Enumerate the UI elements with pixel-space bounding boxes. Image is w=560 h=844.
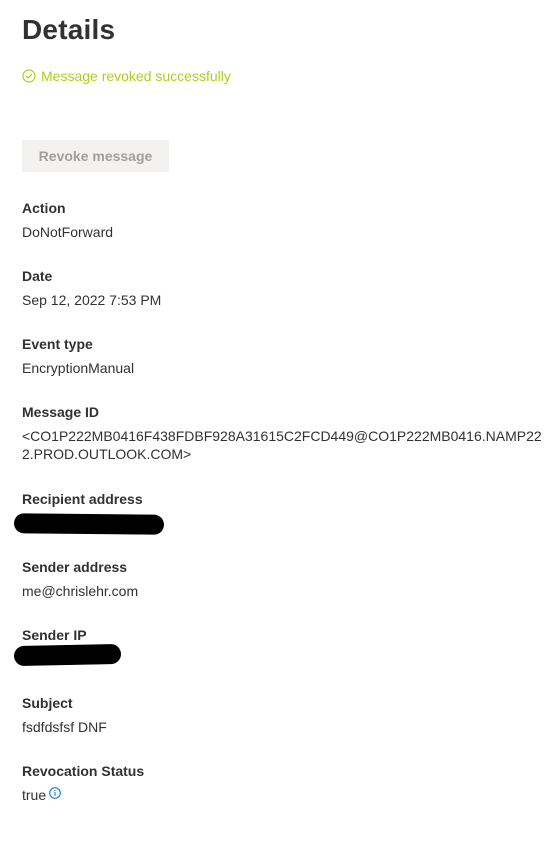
field-value: me@chrislehr.com [22,583,139,599]
field-recipient-address: Recipient address [22,490,552,508]
field-date: Date Sep 12, 2022 7:53 PM [22,267,552,309]
field-value: fsdfdsfsf DNF [22,719,107,735]
field-label: Recipient address [22,491,143,507]
field-event-type: Event type EncryptionManual [22,335,552,377]
field-label: Date [22,268,53,284]
field-value: Sep 12, 2022 7:53 PM [22,292,162,308]
field-revocation-status: Revocation Status true [22,762,552,804]
revoke-message-button[interactable]: Revoke message [22,140,169,172]
revocation-status-value: true [22,787,47,803]
field-label: Action [22,200,66,216]
field-label: Event type [22,336,93,352]
success-message: Message revoked successfully [22,68,231,84]
field-value: true [22,786,552,804]
field-value: <CO1P222MB0416F438FDBF928A31615C2FCD449@… [22,428,542,462]
field-label: Message ID [22,404,100,420]
page-title: Details [22,14,116,45]
check-circle-icon [22,69,36,83]
redaction-mark [13,643,122,667]
field-subject: Subject fsdfdsfsf DNF [22,694,552,736]
field-label: Sender IP [22,627,87,643]
success-text: Message revoked successfully [41,68,231,84]
field-action: Action DoNotForward [22,199,552,241]
redaction-mark [13,513,165,535]
field-message-id: Message ID <CO1P222MB0416F438FDBF928A316… [22,403,542,463]
field-value: DoNotForward [22,224,114,240]
field-sender-ip: Sender IP [22,626,552,644]
info-icon[interactable] [49,787,61,799]
field-label: Subject [22,695,73,711]
field-sender-address: Sender address me@chrislehr.com [22,558,552,600]
field-value: EncryptionManual [22,360,135,376]
field-label: Sender address [22,559,128,575]
field-label: Revocation Status [22,763,145,779]
